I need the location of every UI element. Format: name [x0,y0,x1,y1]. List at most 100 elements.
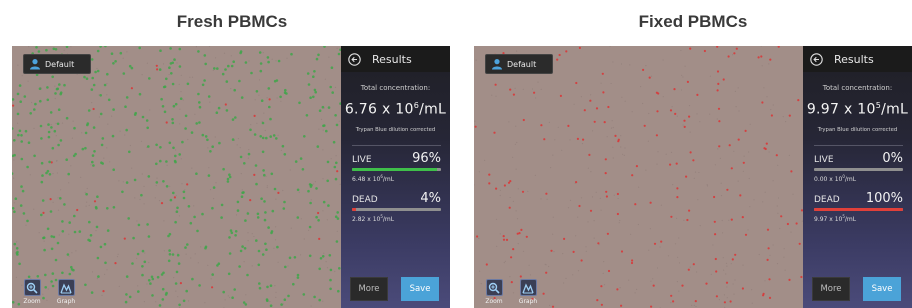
live-cell-marker [239,155,243,159]
background-speck [262,52,264,54]
live-cell-marker [168,141,172,145]
live-cell-marker [92,164,95,167]
background-speck [611,120,613,122]
background-speck [748,151,750,153]
live-cell-marker [234,230,238,233]
dead-cell-marker [160,202,164,205]
live-cell-marker [269,304,273,308]
back-arrow-icon[interactable] [810,52,823,66]
live-cell-marker [89,234,93,237]
background-speck [737,87,739,89]
live-cell-marker [189,221,193,225]
background-speck [515,168,517,170]
background-speck [212,69,214,71]
live-cell-marker [162,271,165,275]
live-cell-marker [267,226,270,229]
background-speck [491,94,493,96]
background-speck [324,78,326,80]
background-speck [162,63,165,65]
live-cell-marker [241,245,244,248]
background-speck [101,294,103,296]
background-speck [334,270,336,273]
background-speck [303,238,305,240]
live-cell-marker [159,146,162,149]
background-speck [676,217,678,219]
live-cell-marker [273,187,277,191]
live-cell-marker [204,135,208,138]
background-speck [27,80,29,82]
dead-cell-marker [717,107,721,110]
background-speck [575,235,577,237]
zoom-button[interactable]: Zoom [19,279,45,305]
background-speck [254,99,256,101]
default-profile-button[interactable]: Default [23,54,91,74]
cell-image[interactable]: Default Zoom Graph [474,46,803,308]
more-button[interactable]: More [812,277,850,301]
background-speck [47,288,49,290]
background-speck [40,87,42,89]
background-speck [743,155,745,157]
save-button[interactable]: Save [863,277,901,301]
dead-cell-marker [165,121,168,124]
live-cell-marker [284,88,287,92]
graph-button[interactable]: Graph [53,279,79,305]
background-speck [698,171,700,174]
background-speck [90,164,92,166]
back-arrow-icon[interactable] [348,52,361,66]
live-cell-marker [222,167,225,171]
dead-cell-marker [657,92,660,95]
live-cell-marker [255,182,258,186]
background-speck [719,145,721,147]
background-speck [52,201,54,203]
background-speck [535,97,537,99]
background-speck [670,151,673,153]
live-cell-marker [266,299,269,302]
background-speck [60,189,62,191]
live-cell-marker [213,67,216,70]
background-speck [645,65,647,67]
dead-cell-marker [277,191,280,194]
cell-image[interactable]: Default Zoom Graph [12,46,341,308]
background-speck [330,158,332,160]
dead-percentage: 4% [420,191,441,206]
live-cell-marker [56,241,60,245]
background-speck [714,164,716,166]
graph-button[interactable]: Graph [515,279,541,305]
dead-cell-marker [775,154,778,157]
live-cell-marker [258,282,261,285]
default-profile-button[interactable]: Default [485,54,553,74]
live-cell-marker [87,109,91,112]
zoom-button[interactable]: Zoom [481,279,507,305]
background-speck [648,112,650,115]
background-speck [779,227,781,230]
dead-cell-marker [540,124,543,127]
dead-cell-marker [715,295,718,298]
background-speck [742,264,744,266]
more-button[interactable]: More [350,277,388,301]
live-cell-marker [18,262,21,266]
background-speck [529,274,531,276]
live-cell-marker [112,168,115,171]
live-cell-marker [52,235,56,239]
live-cell-marker [171,121,175,125]
live-cell-marker [264,211,267,214]
live-cell-marker [225,109,229,112]
live-cell-marker [14,197,18,200]
background-speck [251,265,253,267]
background-speck [287,265,289,267]
dead-cell-marker [766,258,769,261]
background-speck [247,240,249,242]
background-speck [269,300,271,303]
dead-cell-marker [616,288,619,291]
live-cell-marker [91,76,94,80]
live-cell-marker [84,283,87,287]
live-cell-marker [37,50,41,53]
dead-cell-marker [318,237,321,240]
live-cell-marker [254,164,258,167]
background-speck [70,46,72,48]
background-speck [634,292,636,294]
save-button[interactable]: Save [401,277,439,301]
live-cell-marker [88,220,91,224]
background-speck [785,121,787,123]
live-cell-marker [268,105,271,109]
